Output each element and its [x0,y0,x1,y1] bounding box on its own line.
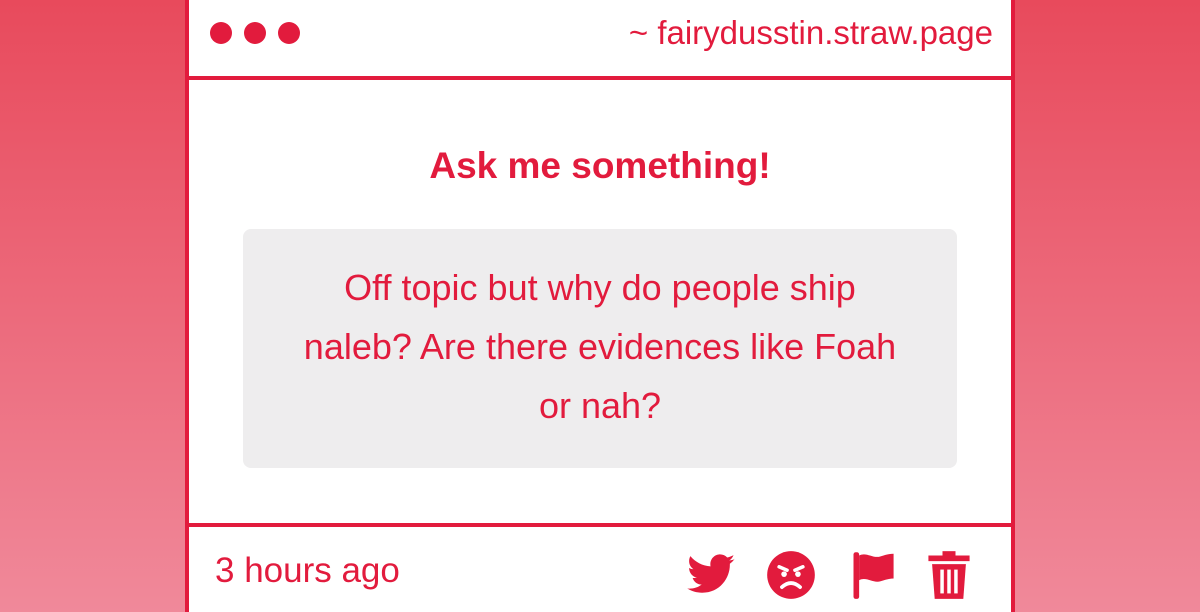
window-dot-icon [244,22,266,44]
angry-face-icon[interactable] [765,549,817,601]
window-dot-icon [210,22,232,44]
flag-icon[interactable] [847,549,899,601]
timestamp: 3 hours ago [215,551,400,590]
trash-icon[interactable] [923,549,975,601]
question-box: Off topic but why do people ship naleb? … [243,229,957,468]
site-url: ~ fairydusstin.straw.page [628,14,993,51]
question-text: Off topic but why do people ship naleb? … [303,267,897,426]
question-card: ~ fairydusstin.straw.page Ask me somethi… [185,0,1015,612]
card-footer: 3 hours ago [189,523,1011,612]
twitter-icon[interactable] [685,549,737,601]
card-header: ~ fairydusstin.straw.page [189,0,1011,80]
window-dot-icon [278,22,300,44]
page-title: Ask me something! [429,145,771,186]
